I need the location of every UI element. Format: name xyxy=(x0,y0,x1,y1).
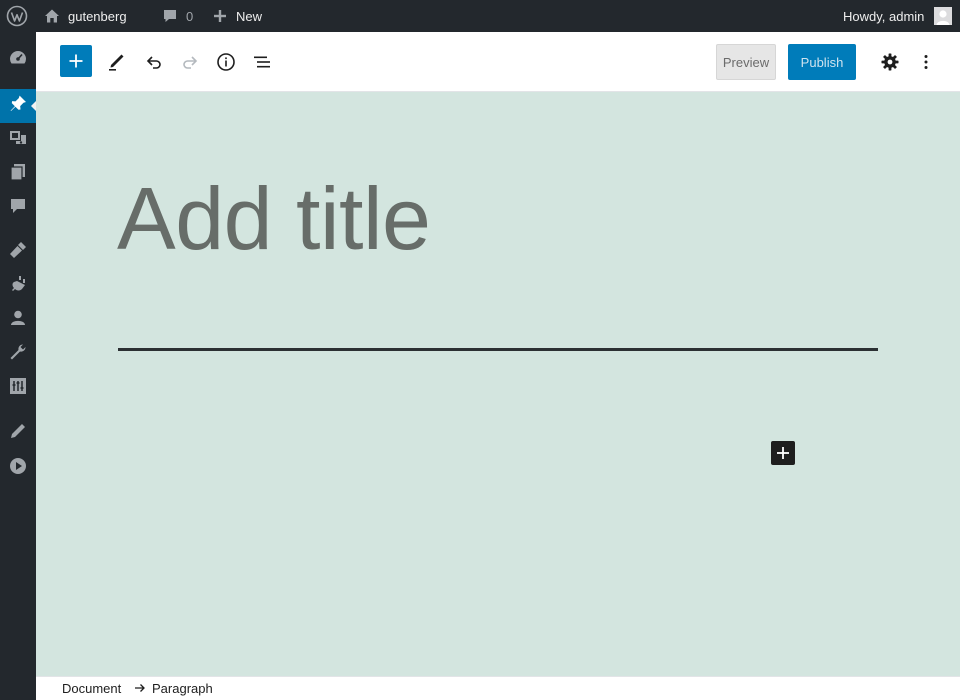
admin-sidebar xyxy=(0,32,36,700)
undo-button[interactable] xyxy=(138,44,170,80)
plus-icon xyxy=(777,447,789,459)
sidebar-item-dashboard[interactable] xyxy=(0,43,36,77)
separator-block[interactable] xyxy=(118,348,878,351)
list-view-button[interactable] xyxy=(246,44,278,80)
block-breadcrumb: Document Paragraph xyxy=(36,676,960,700)
breadcrumb-paragraph[interactable]: Paragraph xyxy=(152,681,213,696)
users-icon xyxy=(8,308,28,333)
media-icon xyxy=(8,128,28,153)
dashboard-icon xyxy=(8,48,28,73)
publish-button[interactable]: Publish xyxy=(788,44,856,80)
settings-button[interactable] xyxy=(874,44,906,80)
new-content-link[interactable]: New xyxy=(236,0,262,32)
sidebar-item-posts[interactable] xyxy=(0,89,36,123)
sidebar-item-settings[interactable] xyxy=(0,371,36,405)
preview-button[interactable]: Preview xyxy=(716,44,776,80)
pin-icon xyxy=(8,94,28,119)
sidebar-item-comments[interactable] xyxy=(0,191,36,225)
pencil-icon xyxy=(8,421,28,446)
plugins-icon xyxy=(8,274,28,299)
info-icon xyxy=(217,53,235,71)
editor-toolbar: Preview Publish xyxy=(36,32,960,92)
more-options-button[interactable] xyxy=(910,44,942,80)
sidebar-item-play[interactable] xyxy=(0,451,36,485)
sidebar-item-media[interactable] xyxy=(0,123,36,157)
post-title-input[interactable]: Add title xyxy=(117,166,431,272)
comments-bubble-icon[interactable] xyxy=(162,0,178,32)
redo-icon xyxy=(183,56,198,69)
breadcrumb-document[interactable]: Document xyxy=(62,681,121,696)
sidebar-item-tools[interactable] xyxy=(0,337,36,371)
list-view-icon xyxy=(254,56,270,68)
plus-icon xyxy=(69,54,83,68)
settings-icon xyxy=(8,376,28,401)
undo-icon xyxy=(146,56,161,69)
arrow-right-icon xyxy=(134,682,146,697)
redo-button[interactable] xyxy=(174,44,206,80)
details-button[interactable] xyxy=(210,44,242,80)
admin-bar: gutenberg 0 New Howdy, admin xyxy=(0,0,960,32)
appearance-icon xyxy=(8,240,28,265)
add-block-button[interactable] xyxy=(60,45,92,77)
greeting-link[interactable]: Howdy, admin xyxy=(843,0,924,32)
tools-icon xyxy=(8,342,28,367)
avatar[interactable] xyxy=(934,0,952,32)
sidebar-item-pages[interactable] xyxy=(0,157,36,191)
sidebar-item-appearance[interactable] xyxy=(0,235,36,269)
gear-icon xyxy=(881,53,899,71)
site-name-link[interactable]: gutenberg xyxy=(68,0,127,32)
pages-icon xyxy=(8,162,28,187)
home-icon xyxy=(44,0,60,32)
sidebar-item-users[interactable] xyxy=(0,303,36,337)
sidebar-item-plugins[interactable] xyxy=(0,269,36,303)
block-inserter-button[interactable] xyxy=(771,441,795,465)
new-plus-icon xyxy=(212,0,228,32)
play-icon xyxy=(8,456,28,481)
pen-icon xyxy=(109,54,124,71)
tools-button[interactable] xyxy=(100,44,132,80)
comments-count: 0 xyxy=(186,8,194,24)
kebab-menu-icon xyxy=(924,55,928,69)
comments-icon xyxy=(8,196,28,221)
wordpress-logo-icon[interactable] xyxy=(6,0,28,32)
sidebar-item-edit[interactable] xyxy=(0,416,36,450)
